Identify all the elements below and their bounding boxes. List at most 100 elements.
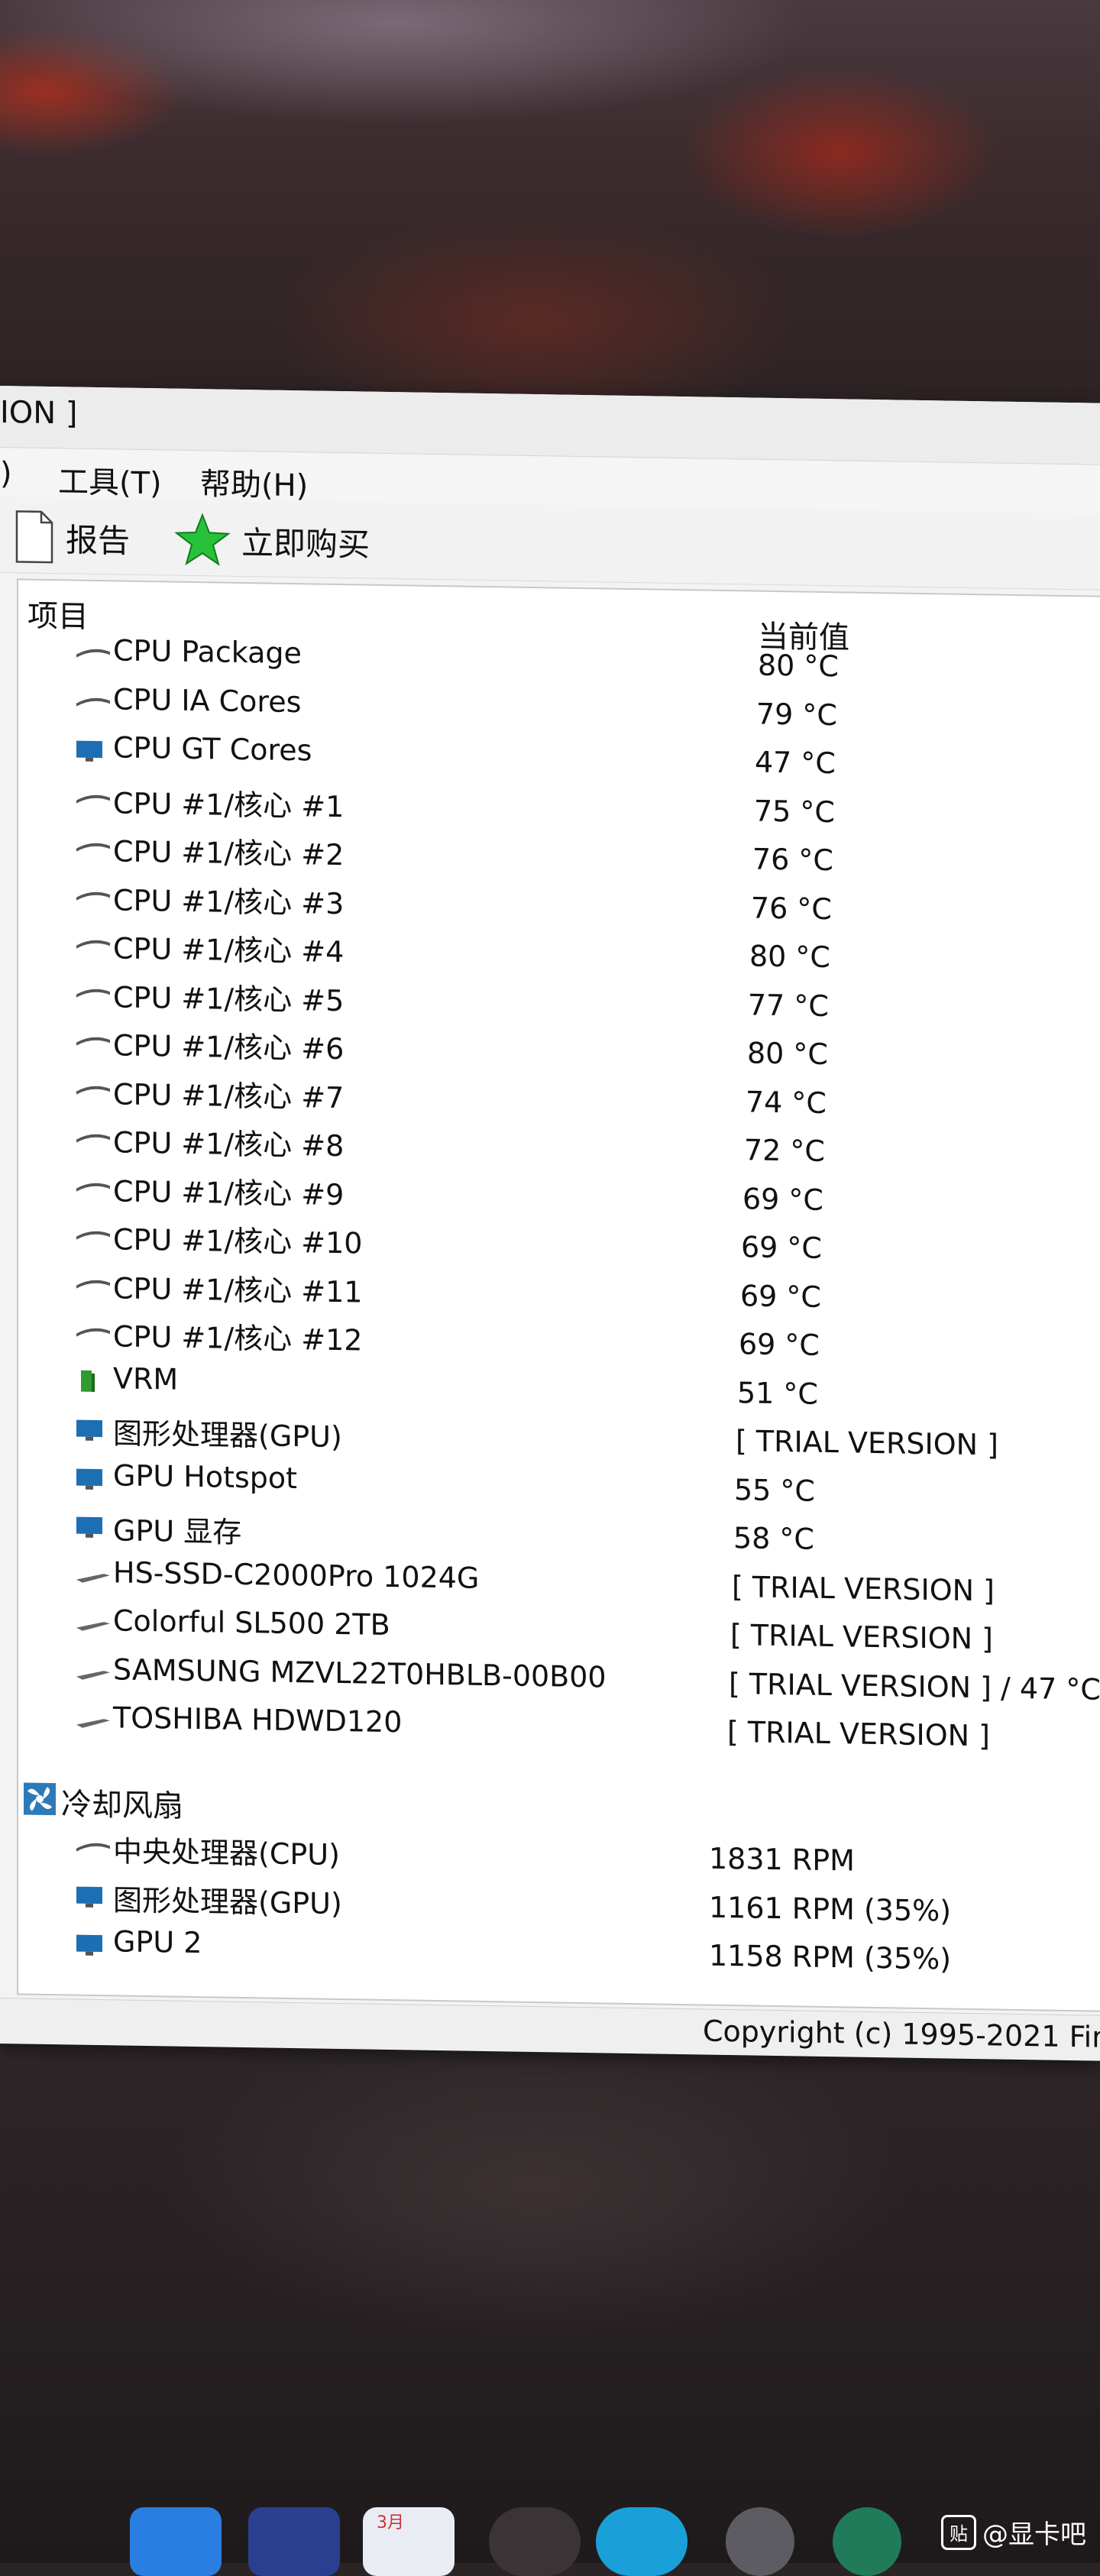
- chip-icon: [76, 989, 110, 998]
- row-label: CPU #1/核心 #11: [113, 1271, 363, 1309]
- row-value: 1831 RPM: [709, 1841, 855, 1878]
- star-icon: [174, 513, 231, 566]
- clock-icon[interactable]: [489, 2507, 581, 2576]
- row-label: TOSHIBA HDWD120: [113, 1701, 403, 1739]
- monitor-icon: [76, 1468, 102, 1490]
- watermark: 贴 @显卡吧: [941, 2513, 1086, 2551]
- row-value: 69 °C: [742, 1182, 823, 1217]
- row-label: GPU Hotspot: [113, 1458, 298, 1496]
- row-label: 中央处理器(CPU): [113, 1834, 340, 1872]
- row-label: VRM: [113, 1361, 179, 1396]
- calendar-icon[interactable]: 3月: [363, 2507, 455, 2576]
- row-label: 图形处理器(GPU): [113, 1416, 342, 1455]
- row-value: 69 °C: [741, 1230, 822, 1265]
- monitor-icon: [76, 740, 102, 762]
- row-value: 55 °C: [734, 1473, 815, 1508]
- chip-icon: [76, 940, 110, 949]
- row-value: 47 °C: [755, 745, 836, 781]
- disk-icon: [76, 1671, 110, 1680]
- row-value: 51 °C: [737, 1376, 818, 1411]
- toolbar: 报告 立即购买: [0, 499, 1100, 591]
- row-value: 76 °C: [752, 842, 833, 878]
- chip-icon: [76, 1280, 110, 1289]
- fan-icon: [24, 1782, 56, 1816]
- row-label: CPU #1/核心 #1: [113, 786, 345, 824]
- row-value: [ TRIAL VERSION ]: [727, 1714, 990, 1753]
- row-label: CPU IA Cores: [113, 682, 302, 720]
- chip-icon: [76, 1183, 110, 1192]
- menu-item-help[interactable]: 帮助(H): [200, 459, 308, 505]
- row-value: 80 °C: [747, 1036, 828, 1072]
- report-button[interactable]: 报告: [14, 510, 130, 565]
- row-value: [ TRIAL VERSION ]: [732, 1570, 995, 1608]
- row-value: 1161 RPM (35%): [709, 1890, 952, 1928]
- chip-icon: [76, 649, 110, 658]
- chip-icon: [76, 1231, 110, 1240]
- row-label: CPU #1/核心 #5: [113, 980, 345, 1018]
- row-label: CPU Package: [113, 633, 302, 671]
- row-value: 79 °C: [756, 697, 837, 733]
- desktop-wallpaper-top: [0, 0, 1100, 428]
- row-label: HS-SSD-C2000Pro 1024G: [113, 1555, 480, 1595]
- watermark-badge: 贴: [941, 2514, 976, 2550]
- chip-icon: [76, 843, 110, 852]
- chip-icon: [76, 794, 110, 804]
- row-value: 72 °C: [744, 1133, 825, 1168]
- row-label: CPU #1/核心 #7: [113, 1077, 345, 1115]
- start-icon[interactable]: [130, 2507, 222, 2576]
- row-label: CPU #1/核心 #4: [113, 931, 345, 969]
- window-title: ION ]: [0, 395, 78, 432]
- document-icon: [15, 510, 53, 564]
- disk-icon: [76, 1719, 110, 1728]
- row-label: GPU 显存: [113, 1513, 242, 1549]
- sensor-list[interactable]: 项目 当前值 CPU Package 80 °C CPU IA Cores 79 °C…: [17, 578, 1100, 2012]
- buy-now-label: 立即购买: [241, 523, 370, 564]
- report-label: 报告: [66, 520, 131, 560]
- menu-item-partial[interactable]: ): [0, 456, 12, 491]
- row-value: [ TRIAL VERSION ]: [730, 1618, 993, 1656]
- buy-now-button[interactable]: 立即购买: [174, 513, 370, 569]
- chip-icon: [76, 1328, 110, 1337]
- menu-item-tools[interactable]: 工具(T): [58, 457, 162, 503]
- row-value: 80 °C: [749, 939, 830, 975]
- row-value: 75 °C: [754, 794, 835, 830]
- chip-icon: [76, 697, 110, 707]
- row-label: CPU #1/核心 #12: [113, 1319, 363, 1358]
- row-label: Colorful SL500 2TB: [113, 1604, 390, 1642]
- fan-section-label: 冷却风扇: [61, 1787, 183, 1824]
- disk-icon: [76, 1622, 110, 1631]
- chip-icon: [76, 1134, 110, 1143]
- row-value: [ TRIAL VERSION ]: [736, 1424, 998, 1462]
- row-value: 76 °C: [751, 891, 832, 927]
- row-label: CPU #1/核心 #9: [113, 1174, 345, 1212]
- chip-icon: [76, 1086, 110, 1095]
- row-value: 58 °C: [733, 1521, 814, 1556]
- row-value: 80 °C: [758, 648, 839, 684]
- disk-icon: [76, 1574, 110, 1583]
- browser-icon[interactable]: [596, 2507, 688, 2576]
- row-label: CPU GT Cores: [113, 730, 312, 768]
- app-icon[interactable]: [833, 2507, 901, 2576]
- row-label: CPU #1/核心 #3: [113, 883, 345, 921]
- row-value: 74 °C: [746, 1085, 827, 1120]
- row-label: CPU #1/核心 #6: [113, 1028, 345, 1066]
- row-label: CPU #1/核心 #8: [113, 1125, 345, 1163]
- rocket-icon[interactable]: [248, 2507, 340, 2576]
- monitor-icon: [76, 1934, 102, 1956]
- desktop-wallpaper-bottom: [0, 2032, 1100, 2563]
- search-icon[interactable]: [726, 2507, 794, 2576]
- monitor-icon: [76, 1886, 102, 1908]
- chip-icon: [76, 1843, 110, 1852]
- vrm-icon: [81, 1370, 95, 1392]
- row-value: 77 °C: [748, 988, 829, 1024]
- watermark-text: @显卡吧: [982, 2519, 1086, 2550]
- chip-icon: [76, 892, 110, 901]
- monitor-icon: [76, 1516, 102, 1538]
- chip-icon: [76, 1037, 110, 1046]
- row-label: SAMSUNG MZVL22T0HBLB-00B00: [113, 1652, 607, 1694]
- row-value: 69 °C: [739, 1327, 820, 1362]
- row-label: CPU #1/核心 #10: [113, 1222, 363, 1260]
- row-value: 69 °C: [740, 1279, 821, 1314]
- row-value: 1158 RPM (35%): [709, 1938, 952, 1976]
- calendar-month: 3月: [377, 2513, 404, 2532]
